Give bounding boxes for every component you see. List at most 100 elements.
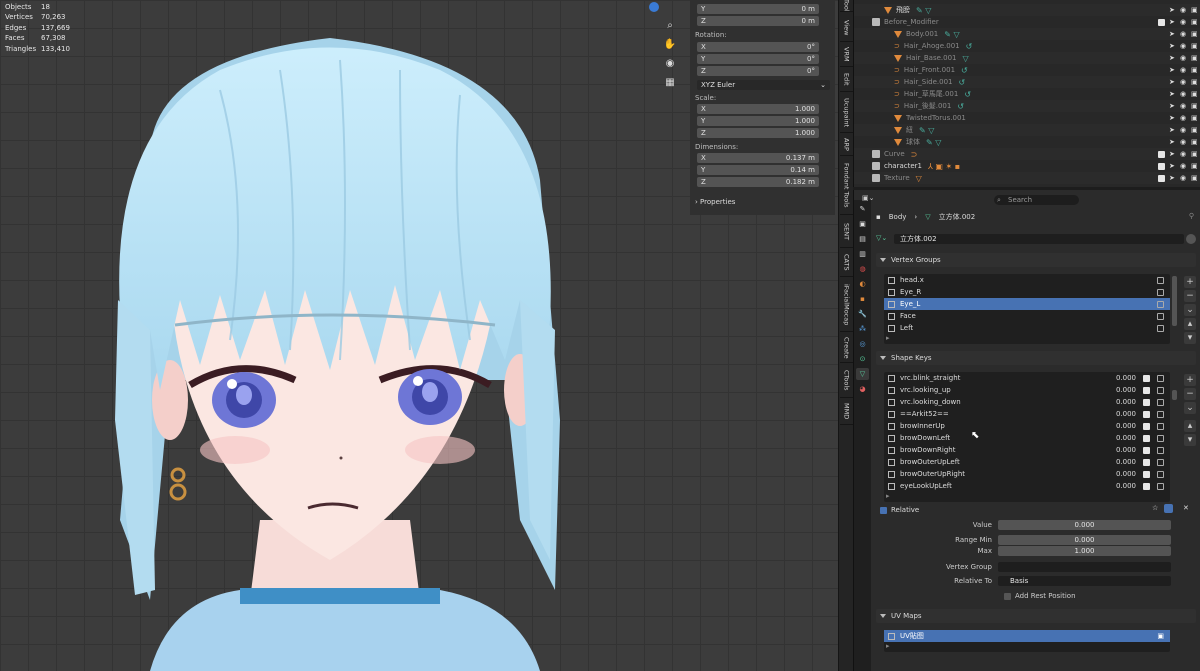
material-tab-icon[interactable]: ◕ xyxy=(856,383,869,395)
add-rest-position-checkbox[interactable]: Add Rest Position xyxy=(1004,592,1076,600)
properties-subpanel[interactable]: › Properties xyxy=(695,198,735,206)
camera-icon[interactable]: ▣ xyxy=(1191,90,1198,98)
camera-icon[interactable]: ▣ xyxy=(1191,30,1198,38)
tab-edit[interactable]: Edit xyxy=(840,68,853,92)
outliner-row[interactable]: ⊃ Hair_草馬尾.001 ↺ ➤ ◉ ▣ xyxy=(854,88,1200,100)
outliner-row[interactable]: 球体 ✎ ▽ ➤ ◉ ▣ xyxy=(854,136,1200,148)
include-checkbox[interactable] xyxy=(1158,150,1165,158)
scale-z-field[interactable]: Z 1.000 xyxy=(697,128,819,138)
properties-search-input[interactable]: ⌕ Search xyxy=(994,195,1079,205)
lock-icon[interactable] xyxy=(1157,386,1164,394)
outliner-row[interactable]: ⊃ Hair_Front.001 ↺ ➤ ◉ ▣ xyxy=(854,64,1200,76)
eye-icon[interactable]: ◉ xyxy=(1180,138,1187,146)
uv-maps-list[interactable]: UV貼图 ▣ ▸ xyxy=(884,630,1170,652)
tab-create[interactable]: Create xyxy=(840,333,853,363)
list-item[interactable]: eyeLookUpLeft 0.000 xyxy=(884,480,1170,492)
mute-checkbox[interactable] xyxy=(1143,446,1150,454)
mute-checkbox[interactable] xyxy=(1143,434,1150,442)
scene-tab-icon[interactable]: ◍ xyxy=(856,263,869,275)
vertex-group-menu-button[interactable]: ⌄ xyxy=(1184,304,1196,316)
select-icon[interactable]: ➤ xyxy=(1169,174,1176,182)
tool-tab-icon[interactable]: ✎ xyxy=(856,203,869,215)
tab-ctools[interactable]: CTools xyxy=(840,364,853,398)
list-resize-handle[interactable]: ▸ xyxy=(884,492,1170,502)
list-item[interactable]: Face xyxy=(884,310,1170,322)
outliner-row[interactable]: ⊃ Hair_後髮.001 ↺ ➤ ◉ ▣ xyxy=(854,100,1200,112)
location-y-field[interactable]: Y0 m xyxy=(697,4,819,14)
mesh-name-field[interactable]: 立方体.002 xyxy=(894,234,1184,244)
camera-icon[interactable]: ▣ xyxy=(1191,138,1198,146)
select-icon[interactable]: ➤ xyxy=(1169,114,1176,122)
rotation-mode-select[interactable]: XYZ Euler ⌄ xyxy=(697,80,830,90)
mute-checkbox[interactable] xyxy=(1143,470,1150,478)
eye-icon[interactable]: ◉ xyxy=(1180,174,1187,182)
camera-icon[interactable]: ▣ xyxy=(1191,102,1198,110)
include-checkbox[interactable] xyxy=(1158,18,1165,26)
outliner-row[interactable]: 飛膀 ✎ ▽ ➤ ◉ ▣ xyxy=(854,4,1200,16)
camera-icon[interactable]: ◉ xyxy=(662,55,678,71)
eye-icon[interactable]: ◉ xyxy=(1180,30,1187,38)
remove-shape-key-button[interactable]: − xyxy=(1184,388,1196,400)
pin-icon[interactable]: ⚲ xyxy=(1189,212,1194,220)
constraints-tab-icon[interactable]: ⊙ xyxy=(856,353,869,365)
dimension-x-field[interactable]: X 0.137 m xyxy=(697,153,819,163)
vertex-groups-panel-header[interactable]: Vertex Groups xyxy=(876,253,1196,267)
lock-icon[interactable] xyxy=(1157,398,1164,406)
lock-icon[interactable] xyxy=(1157,288,1164,296)
lock-icon[interactable] xyxy=(1157,446,1164,454)
shield-icon[interactable] xyxy=(1186,234,1196,244)
output-tab-icon[interactable]: ▤ xyxy=(856,233,869,245)
outliner-row[interactable]: 紐 ✎ ▽ ➤ ◉ ▣ xyxy=(854,124,1200,136)
lock-icon[interactable] xyxy=(1157,422,1164,430)
list-item[interactable]: vrc.looking_down 0.000 xyxy=(884,396,1170,408)
lock-icon[interactable] xyxy=(1157,470,1164,478)
move-up-button[interactable]: ▴ xyxy=(1184,420,1196,432)
data-tab-icon[interactable]: ▽ xyxy=(856,368,869,380)
tab-view[interactable]: View xyxy=(840,14,853,42)
editor-type-icon[interactable]: ▣⌄ xyxy=(862,194,874,202)
list-item[interactable]: browOuterUpRight 0.000 xyxy=(884,468,1170,480)
select-icon[interactable]: ➤ xyxy=(1169,42,1176,50)
list-item[interactable]: vrc.looking_up 0.000 xyxy=(884,384,1170,396)
scale-x-field[interactable]: X 1.000 xyxy=(697,104,819,114)
camera-icon[interactable]: ▣ xyxy=(1191,114,1198,122)
range-min-field[interactable]: 0.000 xyxy=(998,535,1171,545)
eye-icon[interactable]: ◉ xyxy=(1180,42,1187,50)
eye-icon[interactable]: ◉ xyxy=(1180,66,1187,74)
dimension-z-field[interactable]: Z 0.182 m xyxy=(697,177,819,187)
select-icon[interactable]: ➤ xyxy=(1169,162,1176,170)
list-item[interactable]: browDownLeft 0.000 xyxy=(884,432,1170,444)
select-icon[interactable]: ➤ xyxy=(1169,150,1176,158)
eye-icon[interactable]: ◉ xyxy=(1180,150,1187,158)
dimension-y-field[interactable]: Y 0.14 m xyxy=(697,165,819,175)
select-icon[interactable]: ➤ xyxy=(1169,54,1176,62)
list-item[interactable]: vrc.blink_straight 0.000 xyxy=(884,372,1170,384)
lock-icon[interactable] xyxy=(1157,276,1164,284)
scale-y-field[interactable]: Y 1.000 xyxy=(697,116,819,126)
gizmo-axis-icon[interactable] xyxy=(649,2,659,12)
lock-icon[interactable] xyxy=(1157,300,1164,308)
scrollbar[interactable] xyxy=(1172,390,1177,400)
camera-icon[interactable]: ▣ xyxy=(1191,78,1198,86)
select-icon[interactable]: ➤ xyxy=(1169,18,1176,26)
camera-icon[interactable]: ▣ xyxy=(1191,18,1198,26)
tab-ucupaint[interactable]: Ucupaint xyxy=(840,93,853,133)
camera-icon[interactable]: ▣ xyxy=(1191,162,1198,170)
mute-checkbox[interactable] xyxy=(1143,386,1150,394)
modifier-tab-icon[interactable]: 🔧 xyxy=(856,308,869,320)
eye-icon[interactable]: ◉ xyxy=(1180,90,1187,98)
rotation-y-field[interactable]: Y 0° xyxy=(697,54,819,64)
hand-pan-icon[interactable]: ✋ xyxy=(662,36,678,52)
eye-icon[interactable]: ◉ xyxy=(1180,18,1187,26)
list-item[interactable]: browDownRight 0.000 xyxy=(884,444,1170,456)
outliner-row[interactable]: ⊃ Hair_Side.001 ↺ ➤ ◉ ▣ xyxy=(854,76,1200,88)
lock-icon[interactable] xyxy=(1157,482,1164,490)
lock-icon[interactable] xyxy=(1157,434,1164,442)
camera-icon[interactable]: ▣ xyxy=(1191,66,1198,74)
outliner[interactable]: 飛膀 ✎ ▽ ➤ ◉ ▣ Before_Modifier ➤ ◉ ▣ Body.001 ✎ ▽ ➤… xyxy=(853,0,1200,187)
eye-icon[interactable]: ◉ xyxy=(1180,102,1187,110)
list-item[interactable]: ==Arkit52== 0.000 xyxy=(884,408,1170,420)
location-z-field[interactable]: Z0 m xyxy=(697,16,819,26)
eye-icon[interactable]: ◉ xyxy=(1180,78,1187,86)
vertex-group-field[interactable] xyxy=(998,562,1171,572)
